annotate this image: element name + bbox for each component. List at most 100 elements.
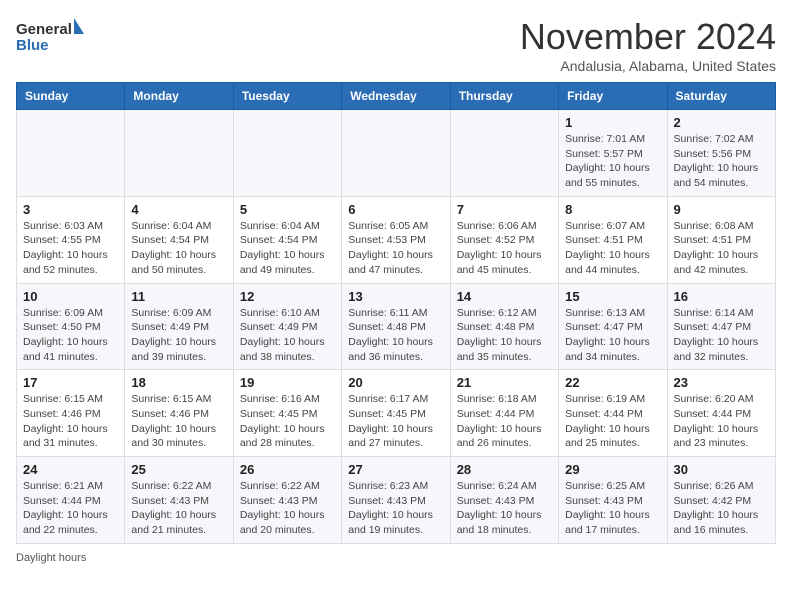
calendar-cell: 24Sunrise: 6:21 AMSunset: 4:44 PMDayligh… — [17, 457, 125, 544]
day-info: Sunrise: 6:18 AMSunset: 4:44 PMDaylight:… — [457, 392, 552, 451]
calendar-cell — [450, 110, 558, 197]
calendar-cell: 29 Sunrise: 6:25 AMSunset: 4:43 PMDayligh… — [559, 457, 667, 544]
day-number: 10 — [23, 289, 118, 304]
day-number: 28 — [457, 462, 552, 477]
calendar-cell: 1 Sunrise: 7:01 AMSunset: 5:57 PMDaylight… — [559, 110, 667, 197]
calendar-cell — [125, 110, 233, 197]
calendar-day-header: Thursday — [450, 83, 558, 110]
calendar-week-row: 17 Sunrise: 6:15 AMSunset: 4:46 PMDayligh… — [17, 370, 776, 457]
calendar-cell: 21 Sunrise: 6:18 AMSunset: 4:44 PMDayligh… — [450, 370, 558, 457]
day-info: Sunrise: 6:15 AMSunset: 4:46 PMDaylight:… — [23, 392, 118, 451]
calendar-week-row: 24Sunrise: 6:21 AMSunset: 4:44 PMDayligh… — [17, 457, 776, 544]
day-info: Sunrise: 6:08 AMSunset: 4:51 PMDaylight:… — [674, 219, 769, 278]
calendar-cell: 23Sunrise: 6:20 AMSunset: 4:44 PMDayligh… — [667, 370, 775, 457]
calendar-header-row: SundayMondayTuesdayWednesdayThursdayFrid… — [17, 83, 776, 110]
day-info: Sunrise: 6:04 AMSunset: 4:54 PMDaylight:… — [240, 219, 335, 278]
calendar-day-header: Sunday — [17, 83, 125, 110]
day-number: 17 — [23, 375, 118, 390]
calendar-cell: 27 Sunrise: 6:23 AMSunset: 4:43 PMDayligh… — [342, 457, 450, 544]
day-number: 16 — [674, 289, 769, 304]
day-number: 27 — [348, 462, 443, 477]
month-title: November 2024 — [520, 16, 776, 58]
calendar-cell: 28 Sunrise: 6:24 AMSunset: 4:43 PMDayligh… — [450, 457, 558, 544]
calendar-cell: 2 Sunrise: 7:02 AMSunset: 5:56 PMDaylight… — [667, 110, 775, 197]
day-info: Sunrise: 6:03 AMSunset: 4:55 PMDaylight:… — [23, 219, 118, 278]
day-info: Sunrise: 6:24 AMSunset: 4:43 PMDaylight:… — [457, 479, 552, 538]
day-number: 2 — [674, 115, 769, 130]
daylight-label: Daylight hours — [16, 552, 86, 564]
day-info: Sunrise: 6:09 AMSunset: 4:50 PMDaylight:… — [23, 306, 118, 365]
calendar-cell: 5 Sunrise: 6:04 AMSunset: 4:54 PMDaylight… — [233, 196, 341, 283]
svg-text:Blue: Blue — [16, 37, 49, 54]
calendar-cell — [233, 110, 341, 197]
day-number: 23 — [674, 375, 769, 390]
day-info: Sunrise: 6:12 AMSunset: 4:48 PMDaylight:… — [457, 306, 552, 365]
day-number: 13 — [348, 289, 443, 304]
calendar-cell: 20 Sunrise: 6:17 AMSunset: 4:45 PMDayligh… — [342, 370, 450, 457]
day-info: Sunrise: 6:10 AMSunset: 4:49 PMDaylight:… — [240, 306, 335, 365]
calendar-cell: 26 Sunrise: 6:22 AMSunset: 4:43 PMDayligh… — [233, 457, 341, 544]
calendar-cell: 30 Sunrise: 6:26 AMSunset: 4:42 PMDayligh… — [667, 457, 775, 544]
footer: Daylight hours — [16, 552, 776, 564]
calendar-cell — [342, 110, 450, 197]
day-info: Sunrise: 6:09 AMSunset: 4:49 PMDaylight:… — [131, 306, 226, 365]
day-info: Sunrise: 6:16 AMSunset: 4:45 PMDaylight:… — [240, 392, 335, 451]
title-block: November 2024 Andalusia, Alabama, United… — [520, 16, 776, 74]
day-info: Sunrise: 6:15 AMSunset: 4:46 PMDaylight:… — [131, 392, 226, 451]
calendar-cell: 17 Sunrise: 6:15 AMSunset: 4:46 PMDayligh… — [17, 370, 125, 457]
calendar-day-header: Friday — [559, 83, 667, 110]
day-number: 18 — [131, 375, 226, 390]
day-number: 22 — [565, 375, 660, 390]
day-info: Sunrise: 6:23 AMSunset: 4:43 PMDaylight:… — [348, 479, 443, 538]
logo-svg: General Blue — [16, 16, 86, 56]
day-number: 8 — [565, 202, 660, 217]
day-number: 15 — [565, 289, 660, 304]
location-subtitle: Andalusia, Alabama, United States — [520, 58, 776, 74]
day-number: 3 — [23, 202, 118, 217]
day-info: Sunrise: 6:11 AMSunset: 4:48 PMDaylight:… — [348, 306, 443, 365]
calendar-day-header: Monday — [125, 83, 233, 110]
day-number: 29 — [565, 462, 660, 477]
day-info: Sunrise: 6:06 AMSunset: 4:52 PMDaylight:… — [457, 219, 552, 278]
calendar-cell: 10 Sunrise: 6:09 AMSunset: 4:50 PMDayligh… — [17, 283, 125, 370]
day-info: Sunrise: 6:17 AMSunset: 4:45 PMDaylight:… — [348, 392, 443, 451]
day-info: Sunrise: 6:05 AMSunset: 4:53 PMDaylight:… — [348, 219, 443, 278]
calendar-week-row: 3 Sunrise: 6:03 AMSunset: 4:55 PMDaylight… — [17, 196, 776, 283]
day-number: 20 — [348, 375, 443, 390]
calendar-cell: 12Sunrise: 6:10 AMSunset: 4:49 PMDayligh… — [233, 283, 341, 370]
day-number: 7 — [457, 202, 552, 217]
calendar-cell: 8 Sunrise: 6:07 AMSunset: 4:51 PMDaylight… — [559, 196, 667, 283]
day-info: Sunrise: 7:02 AMSunset: 5:56 PMDaylight:… — [674, 132, 769, 191]
day-info: Sunrise: 6:04 AMSunset: 4:54 PMDaylight:… — [131, 219, 226, 278]
day-number: 1 — [565, 115, 660, 130]
calendar-cell: 9Sunrise: 6:08 AMSunset: 4:51 PMDaylight… — [667, 196, 775, 283]
day-number: 21 — [457, 375, 552, 390]
calendar-cell: 3 Sunrise: 6:03 AMSunset: 4:55 PMDaylight… — [17, 196, 125, 283]
calendar-day-header: Saturday — [667, 83, 775, 110]
day-info: Sunrise: 6:21 AMSunset: 4:44 PMDaylight:… — [23, 479, 118, 538]
logo: General Blue — [16, 16, 86, 56]
day-number: 11 — [131, 289, 226, 304]
calendar-cell: 19 Sunrise: 6:16 AMSunset: 4:45 PMDayligh… — [233, 370, 341, 457]
calendar-week-row: 1 Sunrise: 7:01 AMSunset: 5:57 PMDaylight… — [17, 110, 776, 197]
calendar-day-header: Wednesday — [342, 83, 450, 110]
calendar-day-header: Tuesday — [233, 83, 341, 110]
calendar-cell: 13 Sunrise: 6:11 AMSunset: 4:48 PMDayligh… — [342, 283, 450, 370]
day-info: Sunrise: 6:07 AMSunset: 4:51 PMDaylight:… — [565, 219, 660, 278]
day-info: Sunrise: 6:25 AMSunset: 4:43 PMDaylight:… — [565, 479, 660, 538]
day-info: Sunrise: 6:19 AMSunset: 4:44 PMDaylight:… — [565, 392, 660, 451]
calendar-cell: 14Sunrise: 6:12 AMSunset: 4:48 PMDayligh… — [450, 283, 558, 370]
day-info: Sunrise: 6:26 AMSunset: 4:42 PMDaylight:… — [674, 479, 769, 538]
calendar-cell: 6Sunrise: 6:05 AMSunset: 4:53 PMDaylight… — [342, 196, 450, 283]
day-number: 26 — [240, 462, 335, 477]
day-info: Sunrise: 7:01 AMSunset: 5:57 PMDaylight:… — [565, 132, 660, 191]
calendar-table: SundayMondayTuesdayWednesdayThursdayFrid… — [16, 82, 776, 544]
day-number: 5 — [240, 202, 335, 217]
day-number: 19 — [240, 375, 335, 390]
calendar-cell: 22 Sunrise: 6:19 AMSunset: 4:44 PMDayligh… — [559, 370, 667, 457]
day-info: Sunrise: 6:22 AMSunset: 4:43 PMDaylight:… — [240, 479, 335, 538]
day-number: 30 — [674, 462, 769, 477]
day-info: Sunrise: 6:22 AMSunset: 4:43 PMDaylight:… — [131, 479, 226, 538]
calendar-cell — [17, 110, 125, 197]
calendar-cell: 15Sunrise: 6:13 AMSunset: 4:47 PMDayligh… — [559, 283, 667, 370]
